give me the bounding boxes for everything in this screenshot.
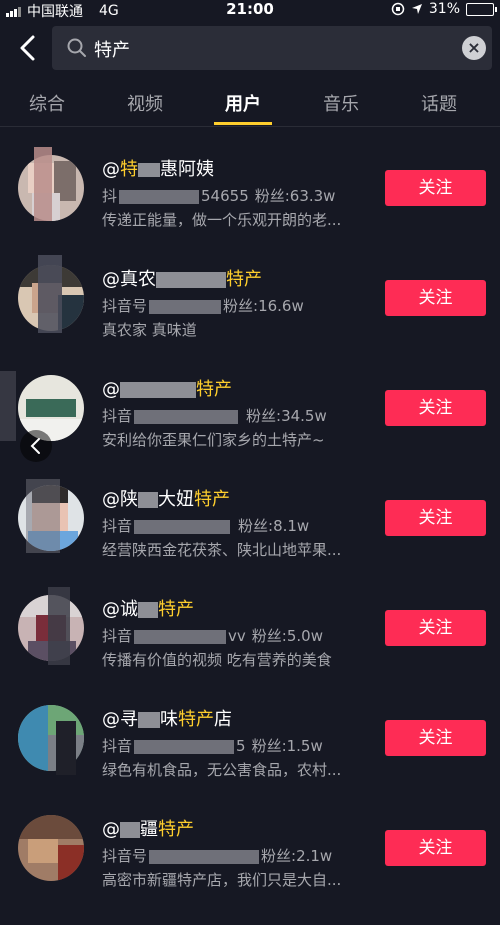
privacy-mosaic bbox=[48, 587, 70, 665]
tab-comprehensive[interactable]: 综合 bbox=[0, 90, 97, 116]
rotation-lock-icon bbox=[391, 2, 405, 16]
privacy-mosaic bbox=[56, 721, 76, 775]
user-description: 安利给你歪果仁们家乡的土特产~ bbox=[102, 431, 325, 449]
user-row[interactable]: @寻 味特产店 抖音 5 粉丝:1.5w 绿色有机食品，无公害食品，农村... 关注 bbox=[0, 705, 500, 815]
user-name: @诚 特产 bbox=[102, 599, 194, 620]
tab-bar: 综合 视频 用户 音乐 话题 bbox=[0, 80, 500, 127]
location-icon bbox=[411, 4, 422, 14]
privacy-mosaic bbox=[38, 255, 62, 333]
user-row[interactable]: @ 疆特产 抖音号 粉丝:2.1w 高密市新疆特产店，我们只是大自... 关注 bbox=[0, 815, 500, 925]
tab-users[interactable]: 用户 bbox=[193, 90, 293, 116]
user-meta: 抖音 vv 粉丝:5.0w bbox=[102, 627, 323, 645]
user-description: 经营陕西金花茯茶、陕北山地苹果... bbox=[102, 541, 342, 559]
back-button[interactable] bbox=[14, 32, 42, 64]
battery-percent: 31% bbox=[428, 1, 460, 17]
status-right: 31% bbox=[391, 1, 497, 17]
user-meta: 抖音号 粉丝:16.6w bbox=[102, 297, 304, 315]
user-description: 传播有价值的视频 吃有营养的美食 bbox=[102, 651, 332, 669]
user-name: @ 特产 bbox=[102, 379, 232, 400]
tab-music[interactable]: 音乐 bbox=[291, 90, 391, 116]
user-name: @陕 大妞特产 bbox=[102, 489, 230, 510]
follow-button[interactable]: 关注 bbox=[385, 610, 486, 646]
fans-count: 粉丝:1.5w bbox=[251, 737, 323, 755]
fans-count: 粉丝:8.1w bbox=[238, 517, 310, 535]
fans-count: 粉丝:16.6w bbox=[223, 297, 304, 315]
privacy-mosaic bbox=[0, 371, 16, 441]
search-icon bbox=[67, 38, 86, 57]
chevron-left-icon bbox=[20, 35, 35, 61]
follow-button[interactable]: 关注 bbox=[385, 390, 486, 426]
user-row[interactable]: @诚 特产 抖音 vv 粉丝:5.0w 传播有价值的视频 吃有营养的美食 关注 bbox=[0, 587, 500, 705]
user-meta: 抖 54655 粉丝:63.3w bbox=[102, 187, 336, 205]
user-row[interactable]: @特 惠阿姨 抖 54655 粉丝:63.3w 传递正能量，做一个乐观开朗的老... … bbox=[0, 147, 500, 265]
privacy-mosaic bbox=[26, 479, 60, 553]
clear-icon: × bbox=[467, 38, 481, 57]
search-box[interactable]: 特产 × bbox=[52, 26, 492, 70]
battery-icon bbox=[466, 2, 497, 16]
user-name: @真农 特产 bbox=[102, 269, 262, 290]
user-row[interactable]: @陕 大妞特产 抖音 粉丝:8.1w 经营陕西金花茯茶、陕北山地苹果... 关注 bbox=[0, 479, 500, 595]
fans-count: 粉丝:63.3w bbox=[254, 187, 336, 205]
fans-count: 粉丝:2.1w bbox=[261, 847, 333, 865]
follow-button[interactable]: 关注 bbox=[385, 280, 486, 316]
search-input[interactable]: 特产 bbox=[94, 36, 130, 62]
tab-videos[interactable]: 视频 bbox=[95, 90, 195, 116]
tab-topics[interactable]: 话题 bbox=[389, 90, 489, 116]
avatar[interactable] bbox=[18, 815, 84, 881]
fans-count: 粉丝:5.0w bbox=[251, 627, 323, 645]
fans-count: 粉丝:34.5w bbox=[246, 407, 327, 425]
floating-back-button[interactable] bbox=[20, 430, 52, 462]
user-name: @特 惠阿姨 bbox=[102, 159, 214, 180]
user-description: 高密市新疆特产店，我们只是大自... bbox=[102, 871, 342, 889]
user-meta: 抖音 5 粉丝:1.5w bbox=[102, 737, 323, 755]
user-row[interactable]: @真农 特产 抖音号 粉丝:16.6w 真农家 真味道 关注 bbox=[0, 255, 500, 375]
user-description: 真农家 真味道 bbox=[102, 321, 197, 339]
follow-button[interactable]: 关注 bbox=[385, 720, 486, 756]
user-description: 传递正能量，做一个乐观开朗的老... bbox=[102, 211, 342, 229]
follow-button[interactable]: 关注 bbox=[385, 170, 486, 206]
follow-button[interactable]: 关注 bbox=[385, 500, 486, 536]
active-tab-indicator bbox=[214, 122, 272, 125]
user-row[interactable]: @ 特产 抖音 粉丝:34.5w 安利给你歪果仁们家乡的土特产~ 关注 bbox=[0, 371, 500, 485]
user-name: @ 疆特产 bbox=[102, 819, 194, 840]
privacy-mosaic bbox=[34, 147, 52, 221]
clear-search-button[interactable]: × bbox=[462, 36, 486, 60]
user-name: @寻 味特产店 bbox=[102, 709, 232, 730]
user-meta: 抖音号 粉丝:2.1w bbox=[102, 847, 333, 865]
user-description: 绿色有机食品，无公害食品，农村... bbox=[102, 761, 342, 779]
chevron-left-icon bbox=[30, 438, 40, 454]
user-meta: 抖音 粉丝:8.1w bbox=[102, 517, 310, 535]
user-meta: 抖音 粉丝:34.5w bbox=[102, 407, 327, 425]
status-bar: 中国联通 4G 21:00 31% bbox=[0, 0, 500, 20]
follow-button[interactable]: 关注 bbox=[385, 830, 486, 866]
